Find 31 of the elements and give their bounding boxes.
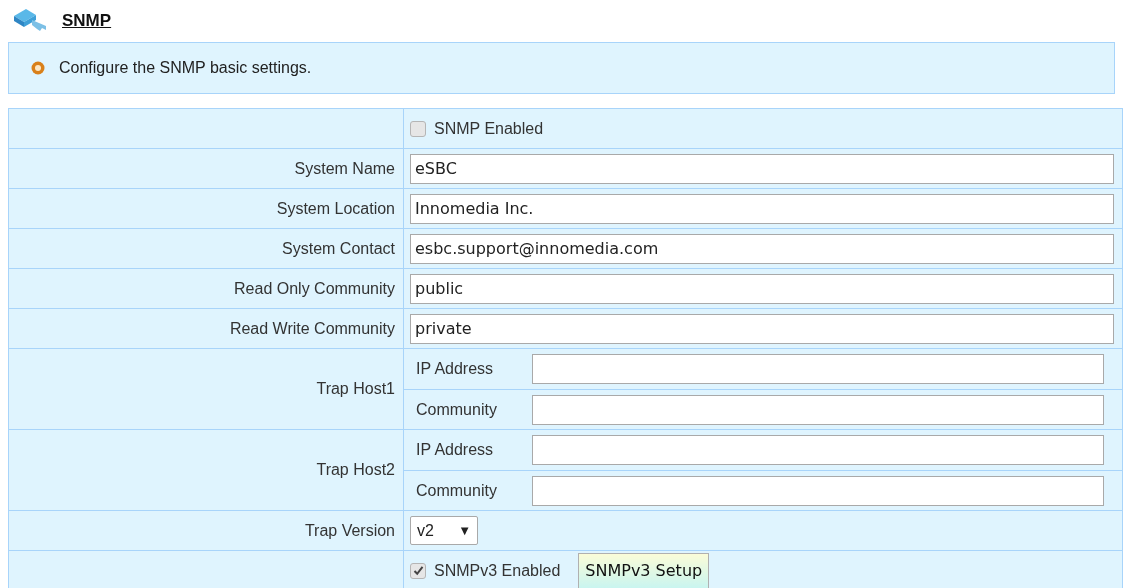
checkbox[interactable] [410, 120, 426, 137]
field-label: Read Write Community [229, 319, 395, 337]
field-label: Trap Version [304, 521, 395, 539]
text-field[interactable]: private [410, 313, 1114, 344]
checkbox-label: SNMPv3 Enabled [434, 560, 561, 581]
field-label: Read Only Community [234, 279, 395, 297]
checkbox[interactable] [410, 562, 426, 579]
text-field[interactable] [532, 394, 1104, 425]
field-label: Trap Host2 [316, 461, 395, 478]
text-field[interactable]: eSBC [410, 153, 1114, 184]
version-dropdown[interactable]: v2 ▼ [410, 516, 478, 545]
page-title: SNMP [62, 10, 112, 33]
text-field[interactable]: esbc.support@innomedia.com [410, 233, 1114, 264]
text-field[interactable] [532, 354, 1104, 384]
field-label: Community [416, 480, 498, 501]
snmpv3-setup-button[interactable]: SNMPv3 Setup [578, 552, 710, 588]
bullet-icon [31, 61, 45, 75]
field-label: System Contact [282, 239, 395, 257]
text-field[interactable] [532, 435, 1104, 465]
field-label: Community [416, 399, 498, 420]
text-field[interactable] [532, 475, 1104, 506]
field-label: Trap Host1 [316, 380, 395, 397]
info-text: Configure the SNMP basic settings. [59, 58, 312, 78]
field-label: IP Address [416, 359, 495, 379]
field-label: IP Address [416, 440, 495, 460]
checkbox-label: SNMP Enabled [434, 118, 544, 139]
checkmark-icon [412, 565, 424, 576]
field-label: System Name [294, 159, 395, 177]
text-field[interactable]: public [410, 273, 1114, 304]
field-label: System Location [276, 199, 395, 217]
text-field[interactable]: Innomedia Inc. [410, 193, 1114, 224]
